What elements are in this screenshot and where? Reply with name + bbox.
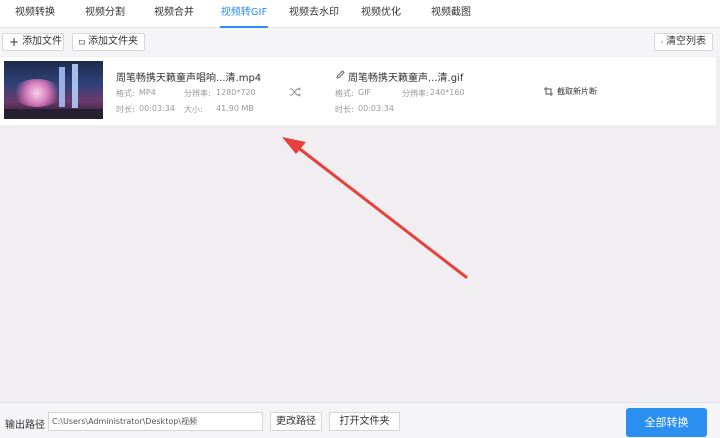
video-thumbnail (4, 61, 103, 119)
output-filename: 周笔畅携天籁童声...清.gif (348, 73, 464, 84)
tab-video-to-gif[interactable]: 视频转GIF (220, 0, 268, 28)
output-path-label: 输出路径 (5, 420, 45, 431)
toolbar: + 添加文件 添加文件夹 清空列表 (0, 28, 720, 56)
edit-pencil-icon[interactable] (336, 70, 345, 79)
add-file-button[interactable]: + 添加文件 (2, 33, 64, 51)
add-folder-button[interactable]: 添加文件夹 (72, 33, 145, 51)
clear-list-button[interactable]: 清空列表 (654, 33, 713, 51)
trash-icon (661, 40, 663, 44)
add-folder-label: 添加文件夹 (88, 36, 138, 47)
tab-remove-watermark[interactable]: 视频去水印 (286, 0, 342, 28)
tab-video-optimize[interactable]: 视频优化 (357, 0, 405, 28)
convert-all-button[interactable]: 全部转换 (626, 408, 707, 437)
tab-video-merge[interactable]: 视频合并 (145, 0, 203, 28)
add-file-label: 添加文件 (22, 36, 63, 47)
tab-video-convert[interactable]: 视频转换 (6, 0, 64, 28)
source-size-label: 大小: (184, 105, 203, 114)
clear-list-label: 清空列表 (666, 36, 706, 47)
output-path-input[interactable]: C:\Users\Administrator\Desktop\视频 (48, 412, 263, 431)
bottom-bar: 输出路径 C:\Users\Administrator\Desktop\视频 更… (0, 402, 720, 438)
source-duration-label: 时长: (116, 105, 135, 114)
crop-icon (544, 86, 553, 96)
tab-video-screenshot[interactable]: 视频截图 (427, 0, 475, 28)
source-filename: 周笔畅携天籁童声唱响...清.mp4 (116, 73, 262, 84)
output-format-label: 格式: (335, 89, 354, 98)
output-format: GIF (358, 88, 372, 97)
crop-new-clip-button[interactable]: 截取新片断 (544, 84, 597, 98)
source-resolution-label: 分辨率: (184, 89, 211, 98)
list-item[interactable]: 周笔畅携天籁童声唱响...清.mp4 格式: MP4 分辨率: 1280*720… (0, 57, 716, 125)
plus-icon: + (9, 35, 20, 49)
tab-bar: 视频转换 视频分割 视频合并 视频转GIF 视频去水印 视频优化 视频截图 (0, 0, 720, 28)
change-path-button[interactable]: 更改路径 (270, 412, 322, 431)
source-format-label: 格式: (116, 89, 135, 98)
tab-video-split[interactable]: 视频分割 (76, 0, 134, 28)
open-folder-button[interactable]: 打开文件夹 (329, 412, 400, 431)
crop-new-clip-label: 截取新片断 (557, 86, 597, 96)
source-size: 41.90 MB (216, 104, 254, 113)
source-format: MP4 (139, 88, 156, 97)
source-resolution: 1280*720 (216, 88, 256, 97)
shuffle-icon (289, 87, 301, 97)
folder-icon (79, 39, 85, 45)
output-resolution-label: 分辨率: (402, 89, 429, 98)
output-resolution: 240*160 (430, 88, 465, 97)
output-duration-label: 时长: (335, 105, 354, 114)
output-duration: 00:03:34 (358, 104, 394, 113)
source-duration: 00:03:34 (139, 104, 175, 113)
